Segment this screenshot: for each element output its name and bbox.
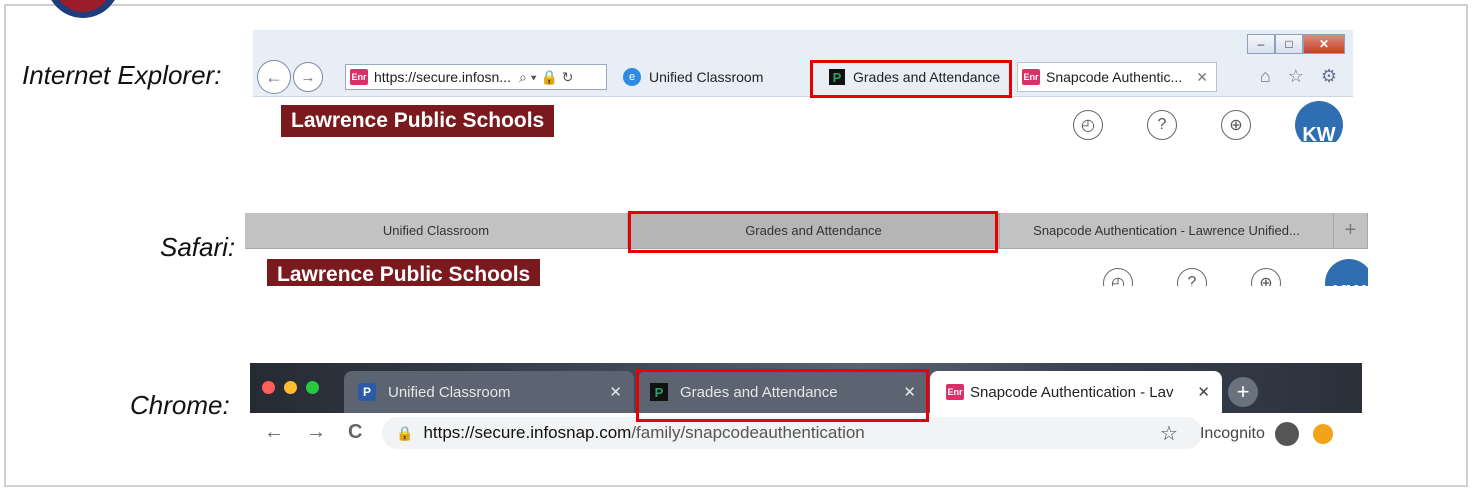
url-path: /family/snapcodeauthentication [631,423,865,442]
dashboard-icon[interactable]: ◴ [1073,110,1103,140]
safari-tab-unified-classroom[interactable]: Unified Classroom [245,213,628,248]
chrome-tab-unified-classroom[interactable]: P Unified Classroom ✕ [344,371,634,413]
avatar[interactable]: KW [1325,259,1368,286]
incognito-icon[interactable] [1274,421,1299,446]
powerschool-favicon-icon: P [358,383,376,401]
incognito-label: Incognito [1199,424,1265,442]
close-tab-icon[interactable]: ✕ [1196,69,1208,86]
ie-address-bar[interactable]: Enr https://secure.infosn... ⌕ ▾ 🔒 ↻ [345,64,607,90]
new-tab-button[interactable]: + [1228,377,1258,407]
chrome-nav: ← → C [264,421,384,444]
ie-nav: ← → [257,60,323,94]
tab-label: Unified Classroom [649,69,764,85]
tab-label: Unified Classroom [388,383,511,401]
reload-button[interactable]: C [348,421,362,444]
tab-label: Snapcode Authentication - Lav [970,383,1174,401]
close-window-button[interactable]: ✕ [1303,34,1345,54]
dashboard-icon[interactable]: ◴ [1103,268,1133,286]
chrome-label: Chrome: [130,390,230,420]
bookmark-star-icon[interactable]: ☆ [1160,421,1178,446]
window-traffic-lights [262,381,328,394]
ie-window-controls: – □ ✕ [1247,34,1345,54]
ie-label: Internet Explorer: [22,60,222,90]
minimize-button[interactable]: – [1247,34,1275,54]
ie-logo-icon: e [623,68,641,86]
url-host: https://secure.infosnap.com [423,423,632,442]
close-tab-icon[interactable]: ✕ [609,383,622,401]
safari-tab-snapcode[interactable]: Snapcode Authentication - Lawrence Unifi… [1000,213,1334,248]
maximize-button[interactable]: □ [1275,34,1303,54]
forward-button[interactable]: → [293,62,323,92]
brand-banner: Lawrence Public Schools [281,105,555,137]
help-icon[interactable]: ? [1147,110,1177,140]
enr-favicon-icon: Enr [350,69,368,85]
address-controls-icon[interactable]: ⌕ ▾ 🔒 ↻ [519,69,574,86]
close-tab-icon[interactable]: ✕ [1197,383,1210,401]
safari-header-icons: ◴ ? ⊕ KW [1103,259,1368,286]
globe-icon[interactable]: ⊕ [1251,268,1281,286]
zoom-dot-icon[interactable] [306,381,319,394]
forward-button[interactable]: → [306,421,326,444]
ie-url-text: https://secure.infosn... [374,69,511,85]
highlight-box-safari [628,211,998,253]
minimize-dot-icon[interactable] [284,381,297,394]
ie-page-content: Lawrence Public Schools ◴ ? ⊕ KW [253,96,1353,142]
ie-tab-snapcode[interactable]: Enr Snapcode Authentic... ✕ [1017,62,1217,92]
lock-icon: 🔒 [396,424,414,441]
enr-favicon-icon: Enr [1022,69,1040,85]
back-button[interactable]: ← [257,60,291,94]
ie-window: – □ ✕ ← → Enr https://secure.infosn... ⌕… [253,30,1353,142]
extension-icon[interactable] [1312,423,1333,444]
highlight-box-ie [810,60,1012,98]
chrome-tab-snapcode[interactable]: Enr Snapcode Authentication - Lav ✕ [930,371,1222,413]
brand-banner: Lawrence Public Schools [267,259,541,286]
ie-tab-unified-classroom[interactable]: e Unified Classroom [615,62,811,92]
safari-label: Safari: [160,232,236,262]
enr-favicon-icon: Enr [946,384,964,400]
ie-toolbar-icons[interactable]: ⌂ ☆ ⚙ [1260,66,1343,87]
highlight-box-chrome [636,369,929,422]
chrome-right-controls: ☆ Incognito [1160,421,1333,446]
help-icon[interactable]: ? [1177,268,1207,286]
globe-icon[interactable]: ⊕ [1221,110,1251,140]
new-tab-button[interactable]: + [1334,213,1368,248]
avatar[interactable]: KW [1295,101,1343,142]
close-dot-icon[interactable] [262,381,275,394]
ie-header-icons: ◴ ? ⊕ KW [1073,101,1343,142]
tab-label: Snapcode Authentic... [1046,69,1183,85]
back-button[interactable]: ← [264,421,284,444]
